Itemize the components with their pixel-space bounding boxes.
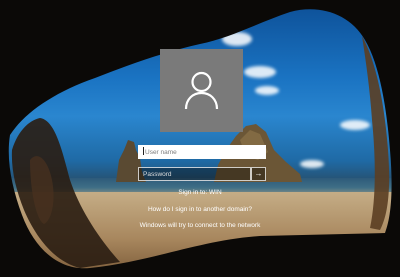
text-caret xyxy=(143,147,144,155)
other-domain-link[interactable]: How do I sign in to another domain? xyxy=(100,206,300,213)
sign-in-target-label: Sign in to: WIN xyxy=(178,189,222,196)
cave-rocks xyxy=(0,0,400,277)
arrow-right-icon: → xyxy=(254,169,263,178)
network-status-label: Windows will try to connect to the netwo… xyxy=(139,222,261,229)
username-placeholder: User name xyxy=(145,149,177,156)
user-icon xyxy=(184,71,219,110)
password-placeholder: Password xyxy=(143,171,172,178)
submit-button[interactable]: → xyxy=(251,167,266,181)
user-tile xyxy=(160,49,243,132)
username-input[interactable]: User name xyxy=(138,145,266,159)
lock-screen: User name Password → Sign in to: WIN How… xyxy=(0,0,400,277)
password-input[interactable]: Password xyxy=(138,167,251,181)
